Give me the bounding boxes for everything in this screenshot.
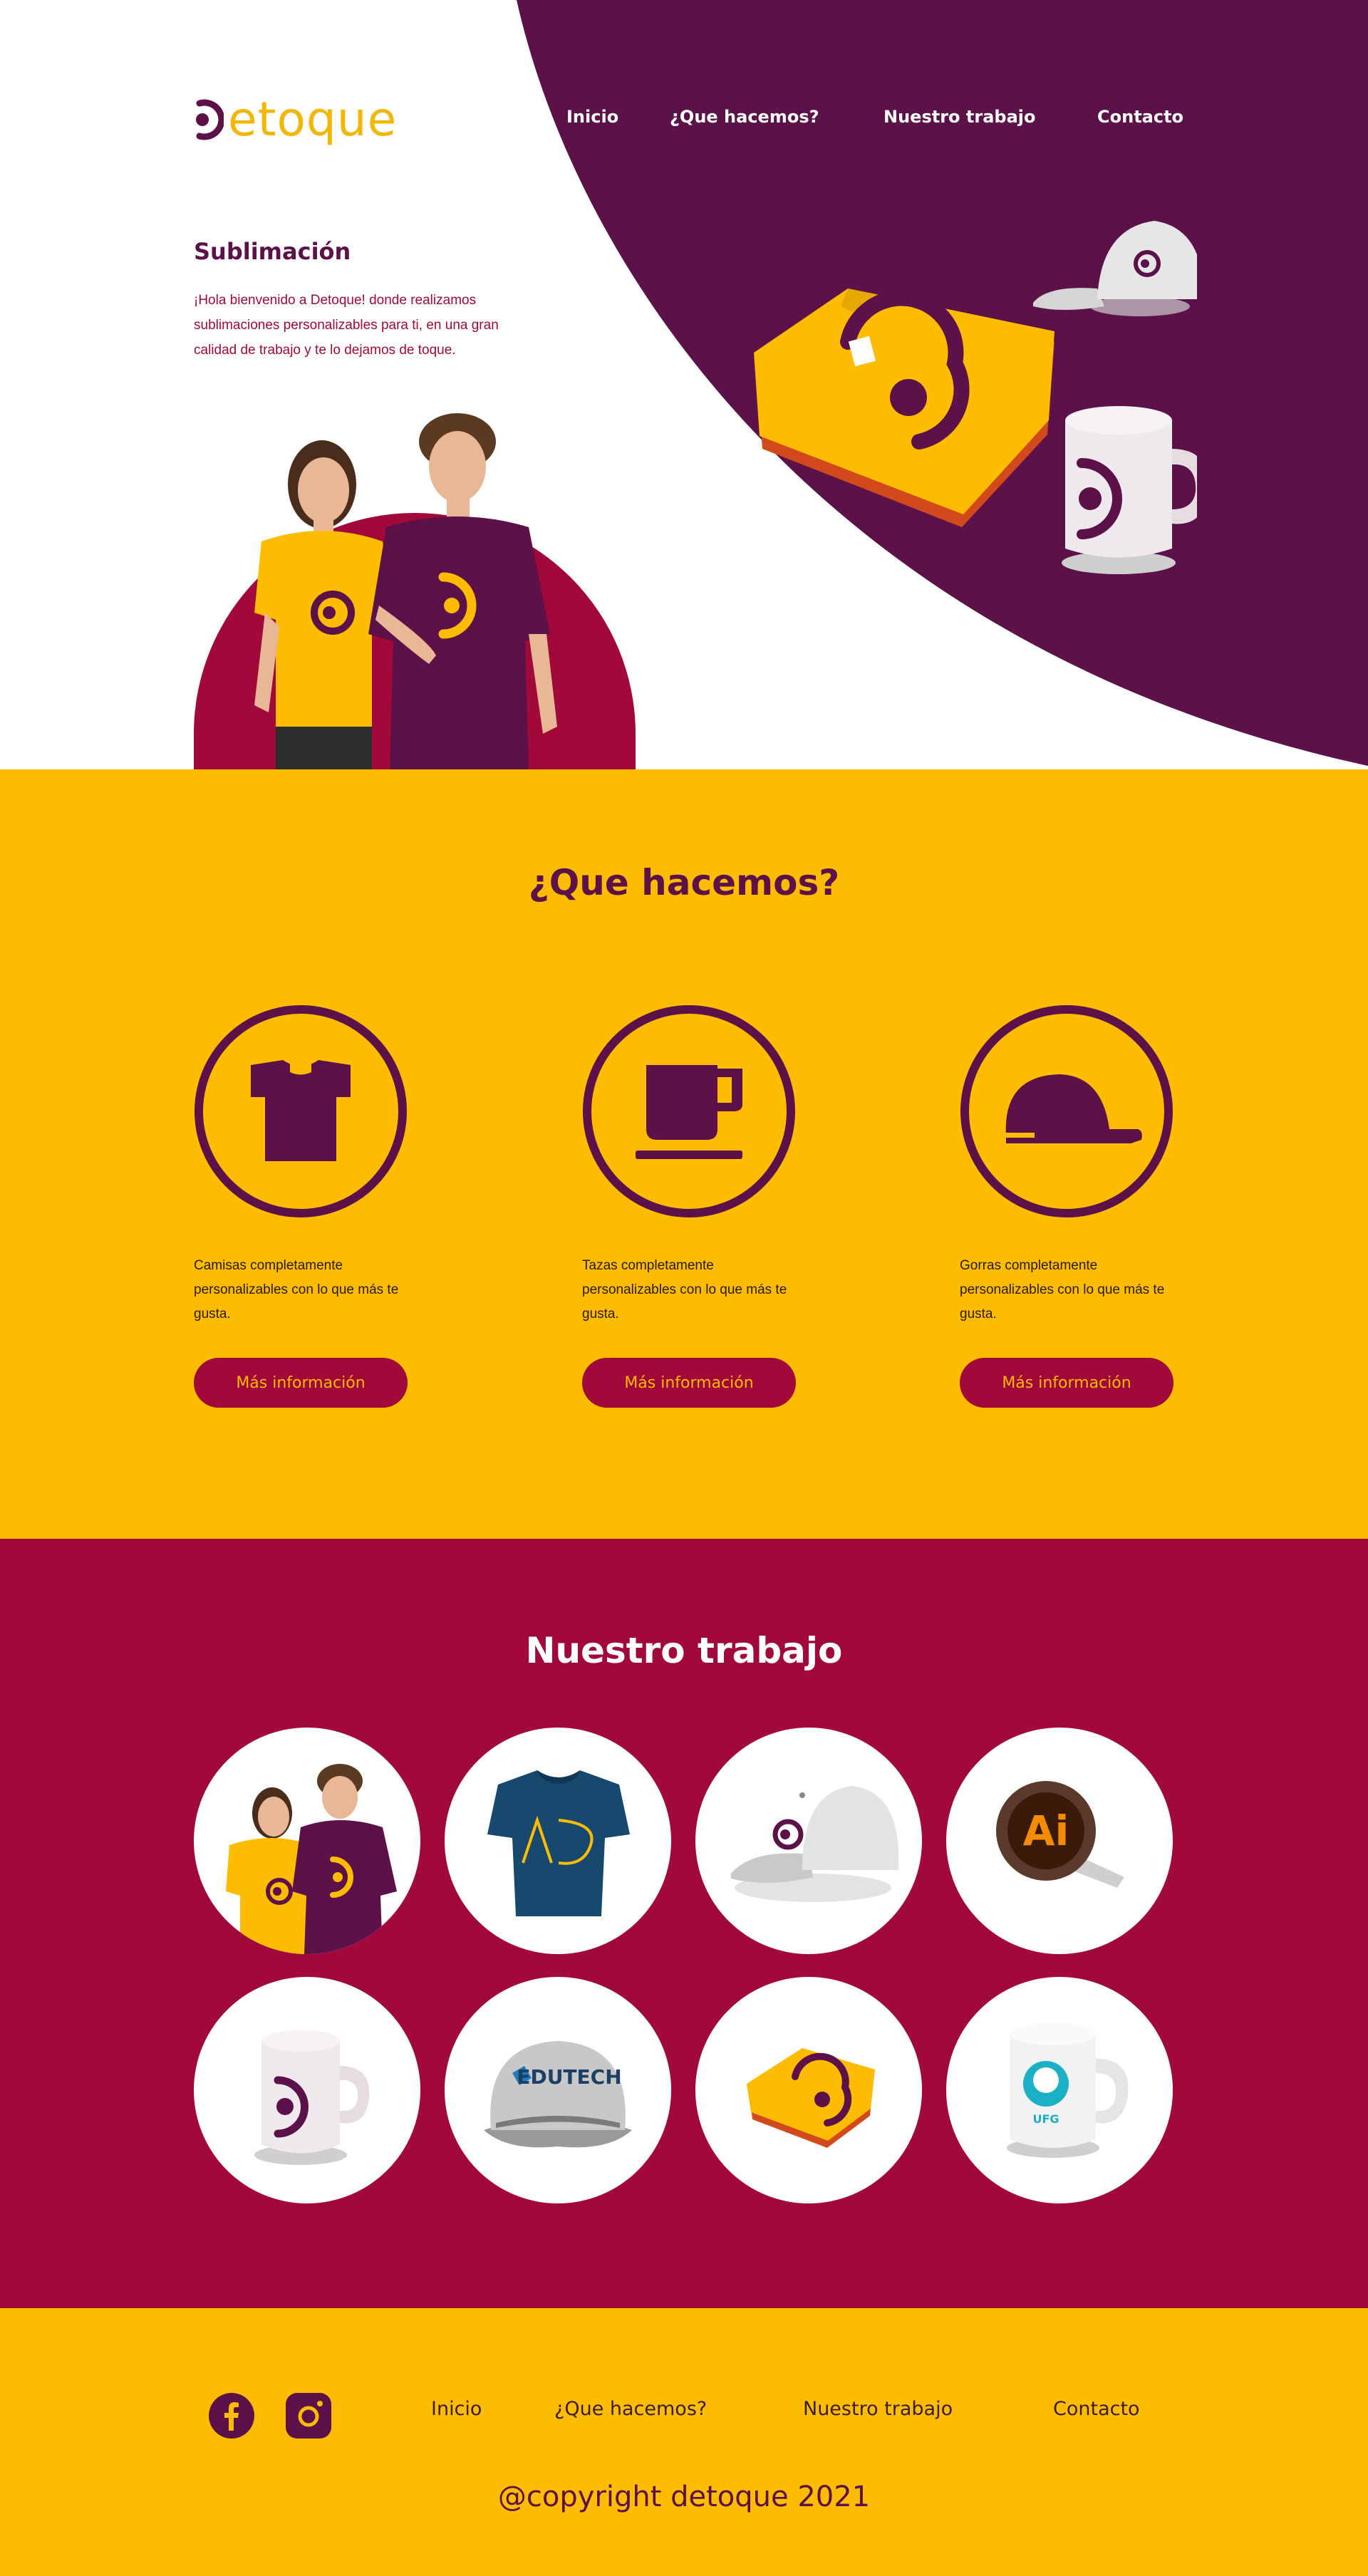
service-card-shirts: Camisas completamente personalizables co… bbox=[194, 1004, 408, 1408]
work-title: Nuestro trabajo bbox=[525, 1630, 843, 1671]
footer-nav-nuestro-trabajo[interactable]: Nuestro trabajo bbox=[803, 2398, 953, 2420]
footer-nav-contacto[interactable]: Contacto bbox=[1053, 2398, 1140, 2420]
ufg-label: UFG bbox=[1032, 2112, 1059, 2126]
gallery-item-ufg-mug[interactable]: UFG bbox=[946, 1977, 1173, 2203]
service-desc-mugs: Tazas completamente personalizables con … bbox=[582, 1258, 787, 1321]
more-info-button-shirts[interactable]: Más información bbox=[194, 1358, 408, 1408]
nav-que-hacemos[interactable]: ¿Que hacemos? bbox=[670, 107, 819, 127]
footer: Inicio ¿Que hacemos? Nuestro trabajo Con… bbox=[0, 2308, 1368, 2576]
services-title: ¿Que hacemos? bbox=[528, 862, 840, 903]
cap-icon bbox=[960, 1005, 1173, 1217]
blue-shirt-image: AD bbox=[445, 1728, 630, 1916]
main-nav: Inicio ¿Que hacemos? Nuestro trabajo Con… bbox=[0, 107, 1368, 135]
mug-icon bbox=[583, 1005, 795, 1217]
gallery-item-edutech-cap[interactable]: EDUTECH bbox=[445, 1977, 671, 2203]
hero-title: Sublimación bbox=[194, 238, 351, 265]
folded-shirts-image bbox=[747, 2048, 875, 2148]
nav-inicio[interactable]: Inicio bbox=[566, 107, 618, 127]
nav-nuestro-trabajo[interactable]: Nuestro trabajo bbox=[884, 107, 1035, 127]
ufg-mug-image: UFG bbox=[1007, 2022, 1129, 2158]
blue-shirt-label: AD bbox=[445, 1728, 461, 1730]
grey-cap-image bbox=[731, 1786, 899, 1902]
gallery-item-ai-mug[interactable]: Ai bbox=[946, 1728, 1173, 1954]
work-section: Nuestro trabajo AD bbox=[0, 1539, 1368, 2308]
edutech-label: EDUTECH bbox=[517, 2065, 621, 2089]
gallery-item-blue-shirt[interactable]: AD bbox=[445, 1728, 671, 1954]
instagram-icon[interactable] bbox=[285, 2392, 332, 2439]
hero-section: etoque Inicio ¿Que hacemos? Nuestro trab… bbox=[0, 0, 1368, 769]
facebook-icon[interactable] bbox=[208, 2392, 255, 2439]
more-info-button-mugs[interactable]: Más información bbox=[582, 1358, 796, 1408]
footer-nav-que-hacemos[interactable]: ¿Que hacemos? bbox=[554, 2398, 707, 2420]
service-desc-caps: Gorras completamente personalizables con… bbox=[960, 1258, 1165, 1321]
ai-label: Ai bbox=[1023, 1807, 1069, 1855]
white-mug-image bbox=[254, 2030, 370, 2165]
nav-contacto[interactable]: Contacto bbox=[1097, 107, 1183, 127]
shirt-icon bbox=[195, 1005, 407, 1217]
gallery-item-couple-shirts[interactable] bbox=[194, 1728, 420, 1954]
gallery-item-folded-shirts[interactable] bbox=[695, 1977, 922, 2203]
footer-nav-inicio[interactable]: Inicio bbox=[431, 2398, 482, 2420]
service-card-mugs: Tazas completamente personalizables con … bbox=[582, 1004, 796, 1408]
more-info-button-caps[interactable]: Más información bbox=[960, 1358, 1173, 1408]
hero-text: ¡Hola bienvenido a Detoque! donde realiz… bbox=[194, 293, 499, 358]
gallery-item-white-mug[interactable] bbox=[194, 1977, 420, 2203]
ai-mug-image: Ai bbox=[996, 1781, 1124, 1888]
service-card-caps: Gorras completamente personalizables con… bbox=[960, 1004, 1173, 1408]
service-desc-shirts: Camisas completamente personalizables co… bbox=[194, 1258, 399, 1321]
hero-couple-image bbox=[194, 413, 636, 769]
services-section: ¿Que hacemos? Camisas completamente pers… bbox=[0, 769, 1368, 1539]
couple-shirts-image bbox=[226, 1764, 397, 1954]
edutech-cap-image: EDUTECH bbox=[484, 2041, 632, 2148]
hero-products-image bbox=[754, 221, 1197, 574]
copyright: @copyright detoque 2021 bbox=[497, 2481, 871, 2513]
gallery-item-grey-cap[interactable] bbox=[695, 1728, 922, 1954]
